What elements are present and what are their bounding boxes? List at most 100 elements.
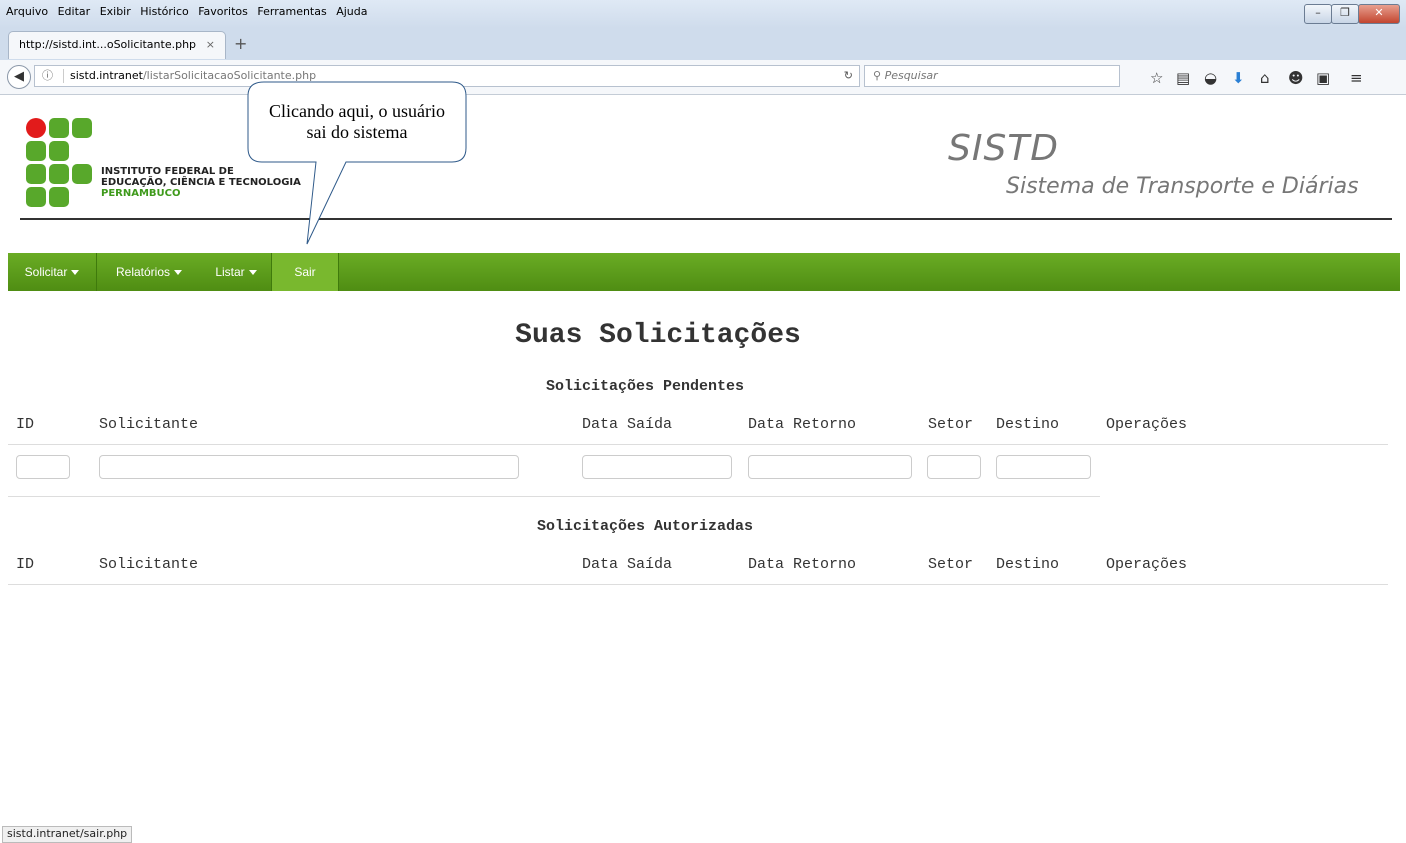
header-divider — [20, 218, 1392, 220]
browser-navbar: ◀ ⓘ sistd.intranet/listarSolicitacaoSoli… — [0, 60, 1406, 95]
col-solicitante: Solicitante — [99, 416, 199, 433]
logo-red-circle — [26, 118, 46, 138]
col-destino: Destino — [996, 556, 1060, 573]
institution-line3: PERNAMBUCO — [101, 188, 181, 199]
nav-relatorios[interactable]: Relatórios — [97, 253, 201, 291]
menu-ferramentas[interactable]: Ferramentas — [257, 5, 326, 18]
table-header-divider — [8, 584, 1388, 585]
back-button[interactable]: ◀ — [7, 65, 31, 89]
addon-icon[interactable]: ▣ — [1316, 69, 1330, 87]
table-header-divider — [8, 444, 1388, 445]
logo-square — [49, 118, 69, 138]
tab-close-icon[interactable]: × — [206, 32, 215, 58]
callout-line2: sai do sistema — [306, 122, 408, 142]
logo-square — [26, 187, 46, 207]
search-icon: ⚲ — [873, 69, 882, 82]
maximize-button[interactable]: ❐ — [1331, 4, 1359, 24]
authorized-section-title: Solicitações Autorizadas — [536, 518, 754, 535]
page-title: Suas Solicitações — [515, 320, 801, 351]
download-icon[interactable]: ⬇ — [1232, 69, 1245, 87]
caret-down-icon — [248, 270, 257, 276]
back-arrow-icon: ◀ — [14, 69, 24, 84]
menu-arquivo[interactable]: Arquivo — [6, 5, 48, 18]
col-data-retorno: Data Retorno — [748, 556, 857, 573]
pocket-icon[interactable]: ◒ — [1204, 69, 1217, 87]
app-subtitle: Sistema de Transporte e Diárias — [1006, 174, 1359, 199]
search-placeholder: Pesquisar — [884, 69, 938, 82]
nav-listar[interactable]: Listar — [201, 253, 271, 291]
restore-icon: ❐ — [1340, 6, 1350, 19]
caret-down-icon — [71, 270, 80, 276]
tab-strip: http://sistd.int...oSolicitante.php × + — [0, 28, 1406, 60]
hamburger-menu-icon[interactable]: ≡ — [1350, 69, 1363, 87]
col-id: ID — [16, 416, 35, 433]
reload-icon[interactable]: ↻ — [844, 66, 853, 86]
institution-name: INSTITUTO FEDERAL DE EDUCAÇÃO, CIÊNCIA E… — [101, 166, 301, 199]
url-bar[interactable]: ⓘ sistd.intranet/listarSolicitacaoSolici… — [34, 65, 860, 87]
browser-menus: Arquivo Editar Exibir Histórico Favorito… — [6, 5, 374, 18]
col-setor: Setor — [928, 416, 974, 433]
url-host: sistd.intranet — [70, 69, 143, 82]
search-input[interactable]: ⚲ Pesquisar — [864, 65, 1120, 87]
col-operacoes: Operações — [1106, 556, 1188, 573]
menu-historico[interactable]: Histórico — [140, 5, 188, 18]
col-solicitante: Solicitante — [99, 556, 199, 573]
menu-favoritos[interactable]: Favoritos — [198, 5, 248, 18]
status-bar-url: sistd.intranet/sair.php — [2, 826, 133, 843]
col-data-retorno: Data Retorno — [748, 416, 857, 433]
callout-bubble — [247, 81, 467, 245]
filter-destino-input[interactable] — [996, 455, 1091, 479]
bookmark-star-icon[interactable]: ☆ — [1150, 69, 1163, 87]
app-title: SISTD — [948, 128, 1060, 169]
logo-square — [26, 141, 46, 161]
pending-section-title: Solicitações Pendentes — [545, 378, 745, 395]
new-tab-button[interactable]: + — [234, 34, 247, 53]
chat-icon[interactable]: ☻ — [1288, 69, 1304, 87]
url-text: sistd.intranet/listarSolicitacaoSolicita… — [70, 66, 316, 86]
col-operacoes: Operações — [1106, 416, 1188, 433]
logo-square — [72, 118, 92, 138]
filter-data-retorno-input[interactable] — [748, 455, 912, 479]
filter-data-saida-input[interactable] — [582, 455, 732, 479]
institution-line1: INSTITUTO FEDERAL DE — [101, 166, 234, 177]
nav-sair-label: Sair — [294, 265, 316, 279]
col-id: ID — [16, 556, 35, 573]
institution-line2: EDUCAÇÃO, CIÊNCIA E TECNOLOGIA — [101, 177, 301, 188]
browser-tab[interactable]: http://sistd.int...oSolicitante.php × — [8, 31, 226, 59]
menu-ajuda[interactable]: Ajuda — [336, 5, 367, 18]
close-window-button[interactable]: ✕ — [1358, 4, 1400, 24]
filter-setor-input[interactable] — [927, 455, 981, 479]
col-setor: Setor — [928, 556, 974, 573]
menu-exibir[interactable]: Exibir — [100, 5, 131, 18]
nav-solicitar[interactable]: Solicitar — [8, 253, 97, 291]
logo-square — [72, 164, 92, 184]
menu-editar[interactable]: Editar — [58, 5, 91, 18]
tab-title: http://sistd.int...oSolicitante.php — [19, 38, 197, 51]
logo-square — [49, 164, 69, 184]
url-separator — [63, 69, 64, 83]
close-icon: ✕ — [1374, 6, 1384, 19]
info-icon[interactable]: ⓘ — [42, 66, 53, 86]
bookmarks-library-icon[interactable]: ▤ — [1176, 69, 1190, 87]
filter-row-divider — [8, 496, 1100, 497]
logo-square — [49, 141, 69, 161]
col-data-saida: Data Saída — [582, 416, 673, 433]
filter-solicitante-input[interactable] — [99, 455, 519, 479]
nav-sair[interactable]: Sair — [271, 253, 339, 291]
nav-listar-label: Listar — [215, 265, 245, 279]
browser-menubar: Arquivo Editar Exibir Histórico Favorito… — [0, 0, 1406, 28]
caret-down-icon — [174, 270, 183, 276]
minimize-button[interactable]: – — [1304, 4, 1332, 24]
col-data-saida: Data Saída — [582, 556, 673, 573]
col-destino: Destino — [996, 416, 1060, 433]
callout-line1: Clicando aqui, o usuário — [269, 101, 445, 121]
url-path: /listarSolicitacaoSolicitante.php — [142, 69, 317, 82]
nav-solicitar-label: Solicitar — [24, 265, 68, 279]
callout-text: Clicando aqui, o usuário sai do sistema — [248, 101, 466, 143]
filter-id-input[interactable] — [16, 455, 70, 479]
logo-square — [49, 187, 69, 207]
home-icon[interactable]: ⌂ — [1260, 69, 1270, 87]
main-nav: Solicitar Relatórios Listar Sair — [8, 253, 1400, 291]
minimize-icon: – — [1315, 6, 1321, 19]
logo-square — [26, 164, 46, 184]
